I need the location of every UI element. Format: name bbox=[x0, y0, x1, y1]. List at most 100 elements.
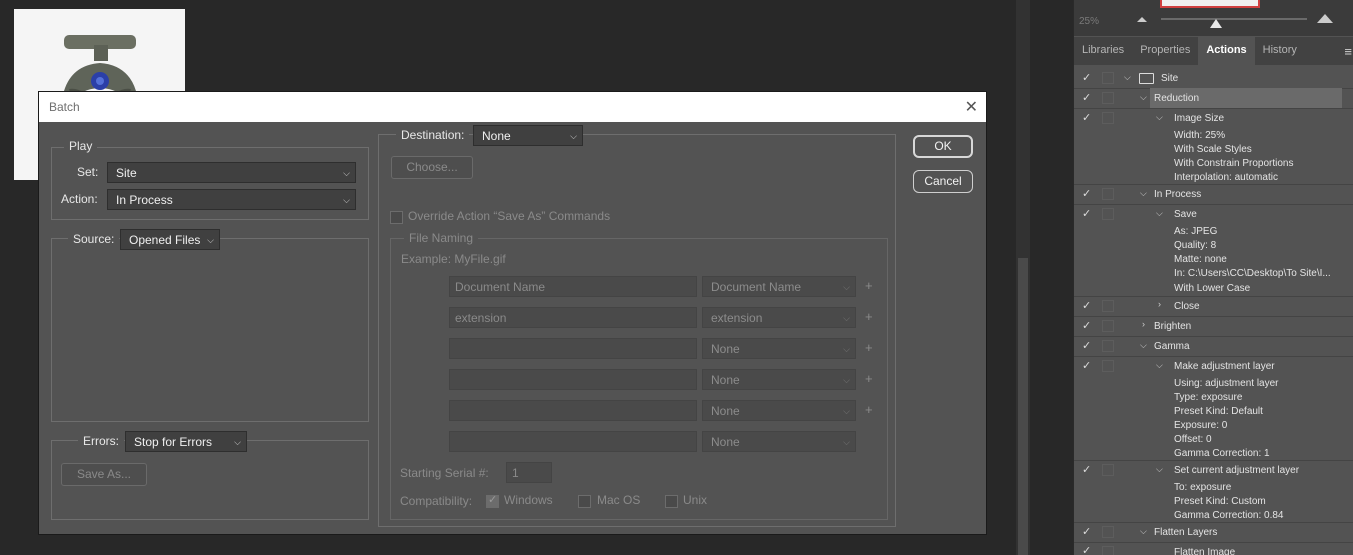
naming-select-1[interactable]: Document Name ⌵ bbox=[702, 276, 856, 297]
toggle-check-icon[interactable]: ✓ bbox=[1082, 71, 1091, 84]
command-image-size[interactable]: ✓ ⌵ Image Size Width: 25% With Scale Sty… bbox=[1074, 108, 1353, 185]
command-set-adjustment-layer[interactable]: ✓ ⌵ Set current adjustment layer To: exp… bbox=[1074, 460, 1353, 523]
naming-select-5[interactable]: None ⌵ bbox=[702, 400, 856, 421]
zoom-out-icon[interactable] bbox=[1137, 17, 1147, 22]
naming-field-2[interactable]: extension bbox=[449, 307, 697, 328]
command-flatten-image[interactable]: ✓ Flatten Image bbox=[1074, 542, 1353, 555]
dialog-toggle[interactable] bbox=[1102, 72, 1114, 84]
override-checkbox[interactable] bbox=[390, 211, 403, 224]
dialog-toggle[interactable] bbox=[1102, 546, 1114, 555]
command-label: Close bbox=[1174, 301, 1200, 312]
tab-actions[interactable]: Actions bbox=[1198, 37, 1255, 65]
action-flatten-layers[interactable]: ✓ ⌵ Flatten Layers bbox=[1074, 522, 1353, 543]
chevron-down-icon[interactable]: ⌵ bbox=[1124, 72, 1131, 83]
actions-list: ✓ ⌵ Site ✓ ⌵ Reduction ✓ ⌵ Image Size Wi… bbox=[1074, 66, 1353, 555]
cancel-button[interactable]: Cancel bbox=[913, 170, 973, 193]
dialog-toggle[interactable] bbox=[1102, 526, 1114, 538]
zoom-slider[interactable] bbox=[1161, 18, 1307, 20]
chevron-right-icon[interactable]: › bbox=[1142, 319, 1145, 329]
action-set-site[interactable]: ✓ ⌵ Site bbox=[1074, 67, 1353, 89]
dialog-toggle[interactable] bbox=[1102, 360, 1114, 372]
action-brighten[interactable]: ✓ › Brighten bbox=[1074, 316, 1353, 337]
toggle-check-icon[interactable]: ✓ bbox=[1082, 339, 1091, 352]
command-make-adjustment-layer[interactable]: ✓ ⌵ Make adjustment layer Using: adjustm… bbox=[1074, 356, 1353, 461]
canvas-scrollbar[interactable] bbox=[1016, 0, 1030, 555]
choose-button[interactable]: Choose... bbox=[391, 156, 473, 179]
naming-field-6[interactable] bbox=[449, 431, 697, 452]
naming-select-4[interactable]: None ⌵ bbox=[702, 369, 856, 390]
add-row-button[interactable]: + bbox=[865, 371, 873, 386]
naming-select-value: extension bbox=[711, 311, 763, 325]
toggle-check-icon[interactable]: ✓ bbox=[1082, 187, 1091, 200]
add-row-button[interactable]: + bbox=[865, 309, 873, 324]
action-label: Flatten Layers bbox=[1154, 527, 1218, 538]
toggle-check-icon[interactable]: ✓ bbox=[1082, 359, 1091, 372]
dialog-toggle[interactable] bbox=[1102, 208, 1114, 220]
naming-field-1[interactable]: Document Name bbox=[449, 276, 697, 297]
serial-input[interactable]: 1 bbox=[506, 462, 552, 483]
zoom-slider-knob[interactable] bbox=[1210, 19, 1222, 28]
set-select[interactable]: Site ⌵ bbox=[107, 162, 356, 183]
chevron-down-icon: ⌵ bbox=[570, 131, 577, 141]
save-as-button[interactable]: Save As... bbox=[61, 463, 147, 486]
dialog-toggle[interactable] bbox=[1102, 112, 1114, 124]
dialog-toggle[interactable] bbox=[1102, 300, 1114, 312]
naming-field-4[interactable] bbox=[449, 369, 697, 390]
add-row-button[interactable]: + bbox=[865, 278, 873, 293]
action-reduction[interactable]: ✓ ⌵ Reduction bbox=[1074, 88, 1353, 109]
toggle-check-icon[interactable]: ✓ bbox=[1082, 111, 1091, 124]
zoom-in-icon[interactable] bbox=[1317, 14, 1333, 23]
add-row-button[interactable]: + bbox=[865, 402, 873, 417]
chevron-down-icon[interactable]: ⌵ bbox=[1156, 112, 1163, 123]
chevron-down-icon[interactable]: ⌵ bbox=[1140, 92, 1147, 103]
add-row-button[interactable]: + bbox=[865, 340, 873, 355]
toggle-check-icon[interactable]: ✓ bbox=[1082, 544, 1091, 555]
ok-button[interactable]: OK bbox=[913, 135, 973, 158]
dialog-toggle[interactable] bbox=[1102, 92, 1114, 104]
source-select[interactable]: Opened Files ⌵ bbox=[120, 229, 220, 250]
toggle-check-icon[interactable]: ✓ bbox=[1082, 299, 1091, 312]
toggle-check-icon[interactable]: ✓ bbox=[1082, 91, 1091, 104]
tab-libraries[interactable]: Libraries bbox=[1074, 37, 1132, 65]
command-close[interactable]: ✓ › Close bbox=[1074, 296, 1353, 317]
dialog-toggle[interactable] bbox=[1102, 188, 1114, 200]
command-save[interactable]: ✓ ⌵ Save As: JPEG Quality: 8 Matte: none… bbox=[1074, 204, 1353, 297]
scrollbar-thumb[interactable] bbox=[1018, 258, 1028, 555]
panel-menu-icon[interactable]: ≡ bbox=[1344, 44, 1352, 59]
tab-history[interactable]: History bbox=[1255, 37, 1305, 65]
chevron-down-icon[interactable]: ⌵ bbox=[1156, 208, 1163, 219]
naming-field-3[interactable] bbox=[449, 338, 697, 359]
windows-checkbox[interactable] bbox=[486, 493, 499, 508]
close-icon[interactable]: ✕ bbox=[965, 97, 978, 117]
naming-select-2[interactable]: extension ⌵ bbox=[702, 307, 856, 328]
chevron-right-icon[interactable]: › bbox=[1158, 299, 1161, 309]
action-gamma[interactable]: ✓ ⌵ Gamma bbox=[1074, 336, 1353, 357]
chevron-down-icon: ⌵ bbox=[843, 313, 850, 323]
chevron-down-icon[interactable]: ⌵ bbox=[1140, 340, 1147, 351]
dialog-toggle[interactable] bbox=[1102, 464, 1114, 476]
chevron-down-icon: ⌵ bbox=[843, 406, 850, 416]
naming-select-3[interactable]: None ⌵ bbox=[702, 338, 856, 359]
tab-properties[interactable]: Properties bbox=[1132, 37, 1198, 65]
toggle-check-icon[interactable]: ✓ bbox=[1082, 525, 1091, 538]
toggle-check-icon[interactable]: ✓ bbox=[1082, 463, 1091, 476]
macos-checkbox[interactable] bbox=[578, 495, 591, 508]
chevron-down-icon[interactable]: ⌵ bbox=[1140, 526, 1147, 537]
navigator-view-box[interactable] bbox=[1160, 0, 1260, 8]
dialog-titlebar[interactable]: Batch ✕ bbox=[39, 92, 986, 122]
naming-select-6[interactable]: None ⌵ bbox=[702, 431, 856, 452]
naming-field-5[interactable] bbox=[449, 400, 697, 421]
chevron-down-icon[interactable]: ⌵ bbox=[1156, 360, 1163, 371]
unix-checkbox[interactable] bbox=[665, 495, 678, 508]
action-in-process[interactable]: ✓ ⌵ In Process bbox=[1074, 184, 1353, 205]
errors-select[interactable]: Stop for Errors ⌵ bbox=[125, 431, 247, 452]
zoom-level[interactable]: 25% bbox=[1079, 16, 1099, 27]
chevron-down-icon[interactable]: ⌵ bbox=[1140, 188, 1147, 199]
dialog-toggle[interactable] bbox=[1102, 320, 1114, 332]
toggle-check-icon[interactable]: ✓ bbox=[1082, 319, 1091, 332]
destination-select[interactable]: None ⌵ bbox=[473, 125, 583, 146]
chevron-down-icon[interactable]: ⌵ bbox=[1156, 464, 1163, 475]
action-select[interactable]: In Process ⌵ bbox=[107, 189, 356, 210]
dialog-toggle[interactable] bbox=[1102, 340, 1114, 352]
toggle-check-icon[interactable]: ✓ bbox=[1082, 207, 1091, 220]
